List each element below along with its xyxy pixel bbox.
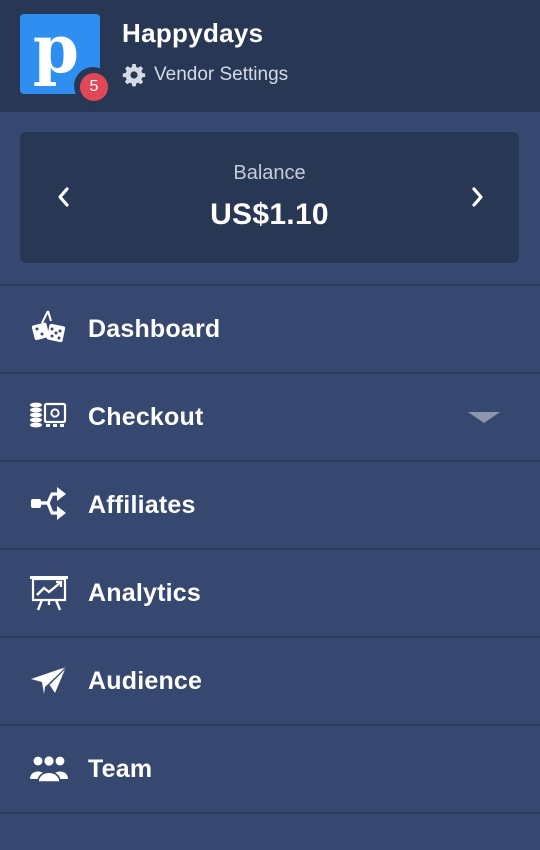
dice-icon [28,307,70,349]
vendor-settings-link[interactable]: Vendor Settings [122,62,288,88]
main-menu: Dashboard Checkout Affiliates Analytics … [0,284,540,814]
balance-card: Balance US$1.10 [20,132,519,263]
menu-item-checkout[interactable]: Checkout [0,374,540,462]
balance-next-button[interactable] [463,182,493,212]
gear-icon [122,64,146,87]
cash-register-icon [28,395,70,437]
sidebar-header: p 5 Happydays Vendor Settings [0,0,540,112]
vendor-settings-label: Vendor Settings [154,64,289,85]
menu-item-label: Audience [88,667,203,695]
menu-item-label: Affiliates [88,491,196,519]
vendor-name[interactable]: Happydays [122,18,263,49]
menu-item-label: Checkout [88,403,204,431]
menu-item-label: Dashboard [88,315,221,343]
menu-item-analytics[interactable]: Analytics [0,550,540,638]
menu-item-label: Analytics [88,579,201,607]
balance-value: US$1.10 [210,198,329,231]
notification-badge[interactable]: 5 [80,73,108,101]
balance-label: Balance [233,162,306,184]
paper-plane-icon [28,659,70,701]
presentation-chart-icon [28,571,70,613]
users-icon [28,747,70,789]
chevron-down-icon[interactable] [468,412,500,423]
menu-item-audience[interactable]: Audience [0,638,540,726]
share-arrows-icon [28,483,70,525]
menu-item-label: Team [88,755,153,783]
menu-item-affiliates[interactable]: Affiliates [0,462,540,550]
chevron-right-icon [472,187,483,207]
menu-item-team[interactable]: Team [0,726,540,814]
menu-item-dashboard[interactable]: Dashboard [0,286,540,374]
